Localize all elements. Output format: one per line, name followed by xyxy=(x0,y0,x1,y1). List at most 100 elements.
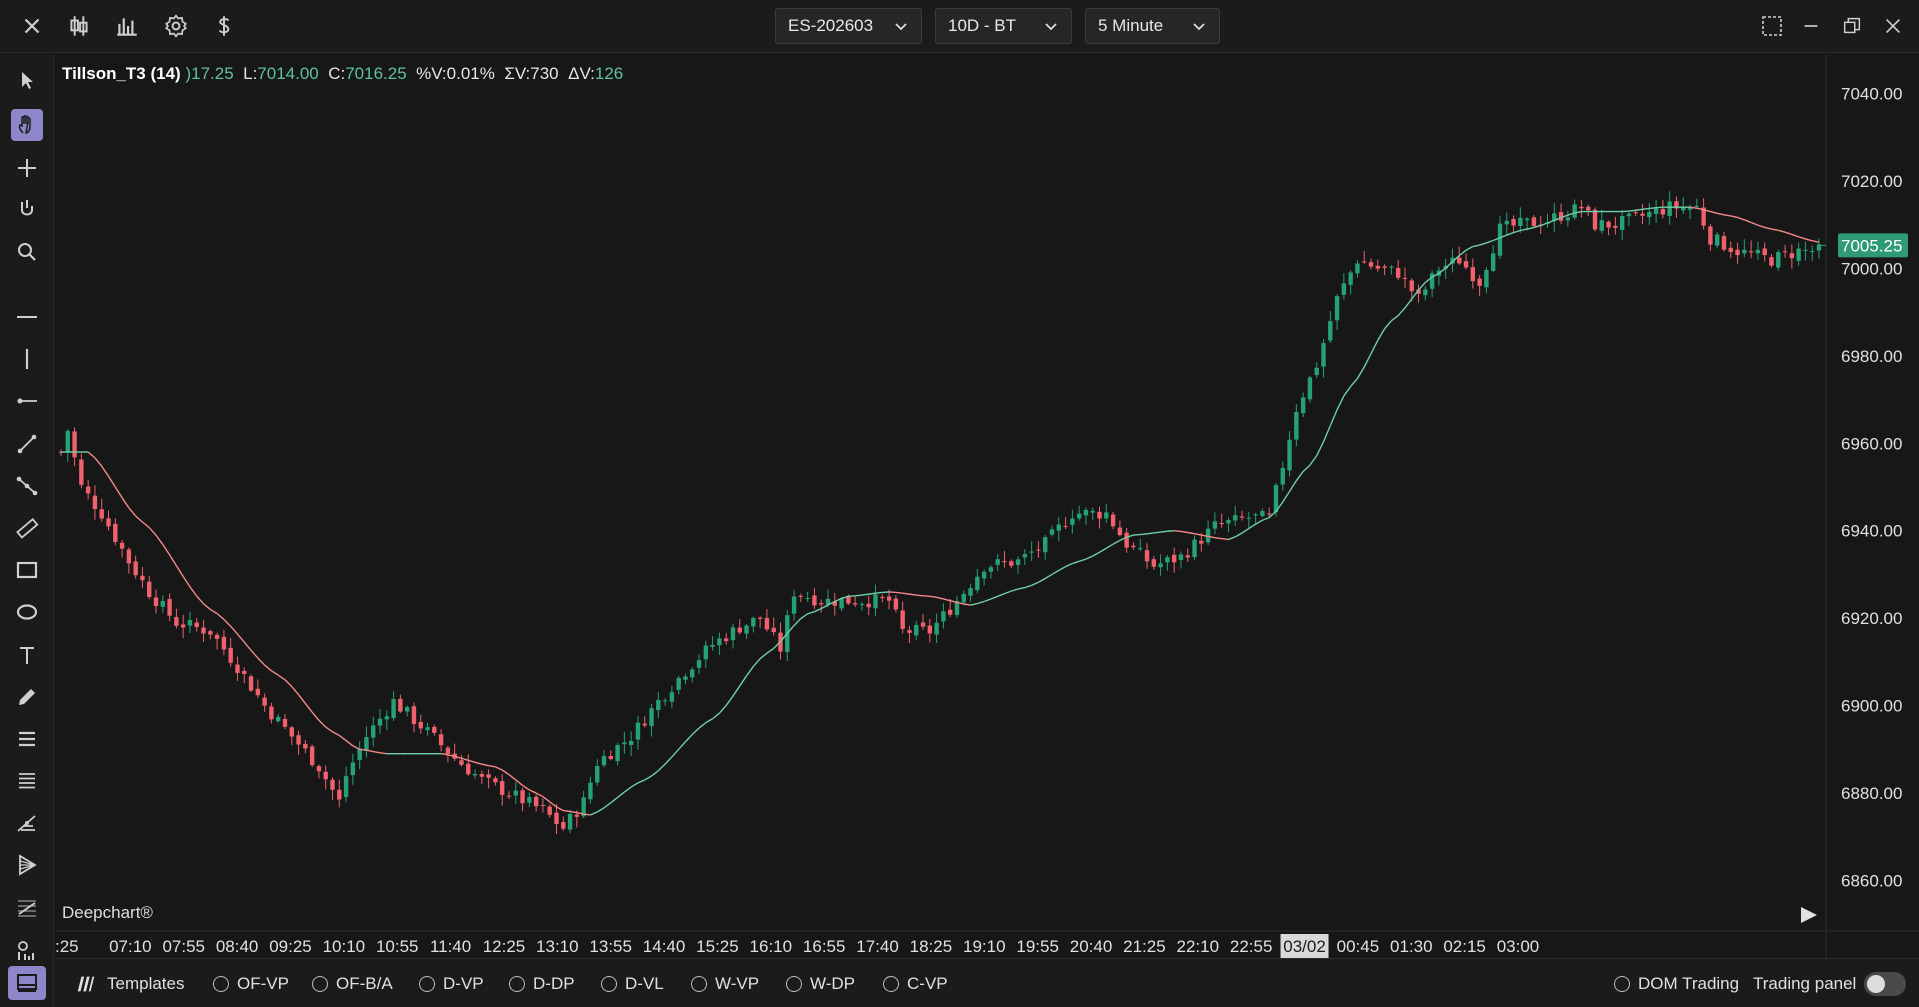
t3-line-segment xyxy=(1241,527,1250,534)
candle-body xyxy=(968,588,973,596)
candle-body xyxy=(608,756,613,759)
t3-line-segment xyxy=(732,685,741,697)
close-icon[interactable] xyxy=(16,10,48,42)
radio-of-ba[interactable]: OF-B/A xyxy=(312,973,393,995)
ellipse-icon[interactable] xyxy=(11,596,43,628)
candle-body xyxy=(1287,439,1292,471)
minimize-icon[interactable] xyxy=(1797,12,1825,40)
vertical-line-icon[interactable] xyxy=(11,343,43,375)
dollar-icon[interactable] xyxy=(208,10,240,42)
zoom-icon[interactable] xyxy=(11,236,43,268)
candle-body xyxy=(1708,226,1713,245)
indicator-name[interactable]: Tillson_T3 (14) xyxy=(62,64,181,83)
toggle-switch[interactable] xyxy=(1864,972,1907,996)
t3-line-segment xyxy=(508,774,517,781)
polyline-icon[interactable] xyxy=(11,470,43,502)
panel-toggle-icon[interactable] xyxy=(8,966,46,1000)
t3-line-segment xyxy=(1288,480,1297,492)
t3-line-segment xyxy=(1717,212,1725,216)
candle-body xyxy=(717,638,722,646)
t3-line-segment xyxy=(1038,577,1046,583)
t3-line-segment xyxy=(630,782,639,788)
hand-icon[interactable] xyxy=(11,109,43,141)
t3-line-segment xyxy=(304,703,313,713)
horizontal-line-icon[interactable] xyxy=(11,301,43,333)
settings-gear-icon[interactable] xyxy=(160,10,192,42)
trend-line-icon[interactable] xyxy=(11,428,43,460)
bar-chart-icon[interactable] xyxy=(111,10,143,42)
period-dropdown[interactable]: 10D - BT xyxy=(935,8,1072,44)
ruler-icon[interactable] xyxy=(11,512,43,544)
crosshair-icon[interactable] xyxy=(11,152,43,184)
pencil-icon[interactable] xyxy=(11,681,43,713)
candle-body xyxy=(343,776,349,798)
candle-body xyxy=(323,771,328,780)
candlestick-icon[interactable] xyxy=(63,10,95,42)
candle-body xyxy=(1355,263,1360,274)
radio-d-dp[interactable]: D-DP xyxy=(509,973,575,995)
candle-body xyxy=(1565,217,1571,221)
candle-body xyxy=(208,631,213,635)
candle-body xyxy=(1714,234,1720,246)
t3-line-segment xyxy=(563,809,571,813)
fib-retracement-icon[interactable] xyxy=(11,723,43,755)
magnet-icon[interactable] xyxy=(11,194,43,226)
radio-w-dp[interactable]: W-DP xyxy=(786,973,855,995)
chart-canvas[interactable]: 7040.00 7020.00 7000.00 6980.00 6960.00 6940.… xyxy=(55,54,1919,958)
radio-d-vp[interactable]: D-VP xyxy=(419,973,484,995)
candle-body xyxy=(113,523,118,542)
t3-line-segment xyxy=(909,593,917,596)
t3-line-segment xyxy=(1812,240,1820,243)
candle-body xyxy=(1097,511,1102,519)
gann-icon[interactable] xyxy=(11,849,43,881)
candle-body xyxy=(1049,529,1055,535)
close-window-icon[interactable] xyxy=(1879,12,1907,40)
candle-body xyxy=(1015,559,1021,565)
volume-profile-icon[interactable] xyxy=(11,934,43,966)
radio-circle xyxy=(691,976,707,992)
t3-line-segment xyxy=(318,719,327,728)
candle-body xyxy=(649,708,654,727)
horizontal-ray-icon[interactable] xyxy=(11,385,43,417)
t3-line-segment xyxy=(135,515,143,523)
restore-icon[interactable] xyxy=(1838,12,1866,40)
t3-line-segment xyxy=(1105,543,1114,549)
t3-line-segment xyxy=(1710,210,1718,215)
t3-line-segment xyxy=(889,591,896,594)
t3-line-segment xyxy=(712,712,720,720)
templates-button[interactable]: Templates xyxy=(75,973,184,995)
candle-body xyxy=(1151,559,1157,567)
pointer-icon[interactable] xyxy=(11,64,43,96)
radio-c-vp[interactable]: C-VP xyxy=(883,973,948,995)
trading-panel-toggle[interactable]: Trading panel xyxy=(1753,970,1907,998)
t3-line-segment xyxy=(922,595,930,598)
candle-body xyxy=(920,622,926,627)
radio-of-vp[interactable]: OF-VP xyxy=(213,973,289,995)
candle-body xyxy=(873,594,878,609)
rectangle-icon[interactable] xyxy=(11,554,43,586)
scroll-to-latest-icon[interactable] xyxy=(1796,903,1822,929)
t3-line-segment xyxy=(1540,222,1548,227)
text-icon[interactable] xyxy=(11,639,43,671)
dom-trading-radio[interactable]: DOM Trading xyxy=(1614,973,1739,995)
candle-body xyxy=(1470,267,1476,282)
candle-body xyxy=(1076,513,1082,519)
legend-low-label: L: xyxy=(243,64,258,83)
symbol-dropdown[interactable]: ES-202603 xyxy=(775,8,922,44)
radio-d-vl[interactable]: D-VL xyxy=(601,973,664,995)
layout-icon[interactable] xyxy=(1758,12,1786,40)
candle-body xyxy=(1619,216,1625,230)
regression-icon[interactable] xyxy=(11,892,43,924)
candle-body xyxy=(1185,555,1190,558)
pitchfork-icon[interactable] xyxy=(11,807,43,839)
price-chart[interactable]: 7040.00 7020.00 7000.00 6980.00 6960.00 6940.… xyxy=(55,54,1919,958)
fib-extension-icon[interactable] xyxy=(11,765,43,797)
interval-dropdown[interactable]: 5 Minute xyxy=(1085,8,1220,44)
time-axis-label: 20:40 xyxy=(1070,937,1113,956)
radio-w-vp[interactable]: W-VP xyxy=(691,973,759,995)
t3-line-segment xyxy=(997,592,1005,597)
t3-line-segment xyxy=(684,734,693,743)
t3-line-segment xyxy=(1051,569,1060,576)
radio-label: C-VP xyxy=(907,974,948,993)
t3-line-segment xyxy=(1187,531,1195,535)
